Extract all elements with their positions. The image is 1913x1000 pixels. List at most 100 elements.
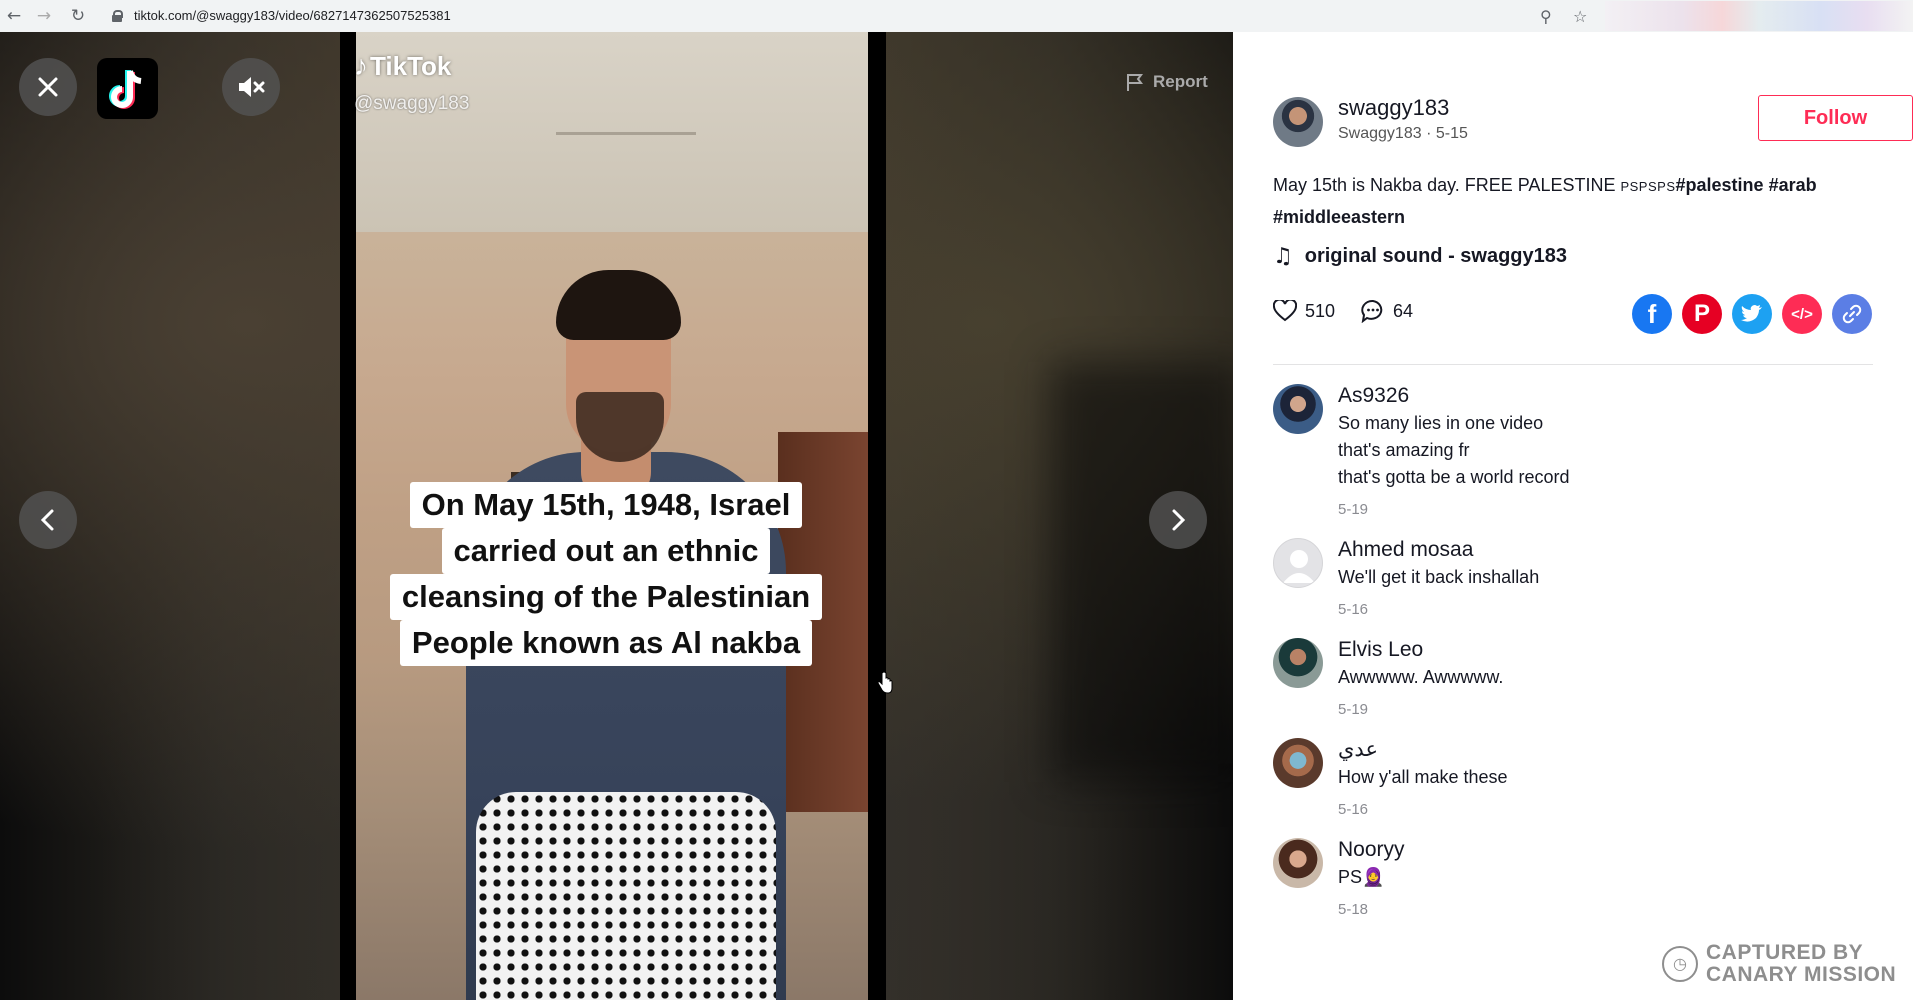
description-text: May 15th is Nakba day. FREE PALESTINE <box>1273 175 1621 195</box>
comment-icon <box>1361 299 1383 323</box>
link-icon <box>1842 304 1862 324</box>
lock-icon <box>112 9 123 22</box>
facebook-icon: f <box>1647 298 1657 329</box>
heart-icon <box>1273 300 1297 322</box>
comment-date: 5-18 <box>1338 901 1369 918</box>
avatar[interactable] <box>1273 638 1323 688</box>
comment-date: 5-16 <box>1338 801 1369 818</box>
tiktok-watermark: ♪ TikTok <box>354 50 451 82</box>
chevron-right-icon <box>1172 509 1186 531</box>
pinterest-share-button[interactable]: P <box>1682 294 1722 334</box>
music-note-icon: ♫ <box>1273 244 1293 269</box>
engagement-stats: 510 64 <box>1273 299 1439 323</box>
twitter-icon <box>1741 305 1762 322</box>
address-bar[interactable]: tiktok.com/@swaggy183/video/682714736250… <box>102 3 1602 28</box>
hand-cursor-icon <box>877 671 893 699</box>
hashtag-link[interactable]: #palestine <box>1676 175 1764 195</box>
forward-icon[interactable]: → <box>30 2 58 30</box>
hashtag-link[interactable]: #middleeastern <box>1273 207 1405 227</box>
caption-line: On May 15th, 1948, Israel <box>409 482 803 528</box>
zoom-icon[interactable]: ⚲ <box>1540 4 1552 28</box>
reload-icon[interactable]: ↻ <box>64 2 92 30</box>
tiktok-logo[interactable] <box>97 58 158 119</box>
mute-button[interactable] <box>222 58 280 116</box>
watermark-line: CANARY MISSION <box>1706 963 1897 986</box>
list-item: As9326 So many lies in one video that's … <box>1273 382 1873 518</box>
watermark-line: CAPTURED BY <box>1706 941 1864 964</box>
default-avatar-icon <box>1283 550 1315 583</box>
comment-date: 5-19 <box>1338 701 1369 718</box>
caption-line: carried out an ethnic <box>441 528 771 574</box>
embed-code-icon: </> <box>1791 305 1813 323</box>
canary-logo-icon: ◷ <box>1662 946 1698 982</box>
speaker-muted-icon <box>239 77 265 97</box>
tiktok-logo-icon <box>108 69 142 109</box>
description-small-text: PSPSPS <box>1620 179 1676 194</box>
scene-person-hair <box>556 270 681 340</box>
comment-text: We'll get it back inshallah <box>1338 567 1540 587</box>
divider <box>1273 364 1873 365</box>
post-description: May 15th is Nakba day. FREE PALESTINE PS… <box>1273 170 1883 232</box>
next-video-button[interactable] <box>1149 491 1207 549</box>
facebook-share-button[interactable]: f <box>1632 294 1672 334</box>
list-item: عدي How y'all make these 5-16 <box>1273 736 1873 818</box>
comment-text: that's amazing fr <box>1338 440 1470 460</box>
comment-text: PS🧕 <box>1338 867 1385 887</box>
embed-share-button[interactable]: </> <box>1782 294 1822 334</box>
sound-link[interactable]: ♫ original sound - swaggy183 <box>1273 244 1567 269</box>
close-icon <box>38 77 58 97</box>
close-button[interactable] <box>19 58 77 116</box>
comments-list: As9326 So many lies in one video that's … <box>1273 382 1873 936</box>
browser-toolbar: ← → ↻ tiktok.com/@swaggy183/video/682714… <box>0 0 1913 32</box>
avatar[interactable] <box>1273 538 1323 588</box>
author-username[interactable]: swaggy183 <box>1338 95 1449 121</box>
follow-button[interactable]: Follow <box>1758 95 1913 141</box>
comment-date: 5-19 <box>1338 501 1369 518</box>
pinterest-icon: P <box>1693 300 1710 327</box>
bookmark-star-icon[interactable]: ☆ <box>1573 4 1587 28</box>
comment-author[interactable]: Nooryy <box>1338 836 1873 864</box>
report-label: Report <box>1153 72 1208 91</box>
canary-mission-watermark: ◷ CAPTURED BY CANARY MISSION <box>1662 942 1896 986</box>
comment-button[interactable]: 64 <box>1361 299 1413 323</box>
comment-text: How y'all make these <box>1338 767 1508 787</box>
video-player[interactable]: On May 15th, 1948, Israel carried out an… <box>0 32 1233 1000</box>
scene-keffiyeh <box>476 792 776 1000</box>
comment-author[interactable]: Elvis Leo <box>1338 636 1873 664</box>
extensions-area <box>1605 1 1913 31</box>
video-caption: On May 15th, 1948, Israel carried out an… <box>356 482 856 666</box>
comment-author[interactable]: As9326 <box>1338 382 1873 410</box>
like-button[interactable]: 510 <box>1273 300 1335 322</box>
url-text: tiktok.com/@swaggy183/video/682714736250… <box>134 8 451 23</box>
report-button[interactable]: Report <box>1125 72 1208 92</box>
back-icon[interactable]: ← <box>0 2 28 30</box>
chevron-left-icon <box>40 509 54 531</box>
twitter-share-button[interactable] <box>1732 294 1772 334</box>
comment-author[interactable]: عدي <box>1338 736 1873 764</box>
avatar[interactable] <box>1273 384 1323 434</box>
hashtag-link[interactable]: #arab <box>1769 175 1817 195</box>
copy-link-button[interactable] <box>1832 294 1872 334</box>
background-shade <box>1050 362 1233 782</box>
comment-date: 5-16 <box>1338 601 1369 618</box>
comment-text: that's gotta be a world record <box>1338 467 1570 487</box>
tiktok-note-icon: ♪ <box>354 50 368 81</box>
flag-icon <box>1127 74 1143 91</box>
comment-author[interactable]: Ahmed mosaa <box>1338 536 1873 564</box>
comment-count: 64 <box>1393 300 1414 321</box>
avatar[interactable] <box>1273 97 1323 147</box>
caption-line: cleansing of the Palestinian <box>389 574 823 620</box>
author-meta: Swaggy183 · 5-15 <box>1338 125 1468 142</box>
share-buttons: f P </> <box>1632 294 1882 334</box>
watermark-handle: @swaggy183 <box>354 93 470 114</box>
details-panel: swaggy183 Swaggy183 · 5-15 Follow May 15… <box>1233 32 1913 1000</box>
avatar[interactable] <box>1273 838 1323 888</box>
author-row: swaggy183 Swaggy183 · 5-15 Follow <box>1273 95 1913 157</box>
list-item: Nooryy PS🧕 5-18 <box>1273 836 1873 918</box>
avatar[interactable] <box>1273 738 1323 788</box>
comment-text: Awwwww. Awwwww. <box>1338 667 1504 687</box>
like-count: 510 <box>1305 300 1336 321</box>
watermark-brand: TikTok <box>370 50 452 81</box>
previous-video-button[interactable] <box>19 491 77 549</box>
list-item: Elvis Leo Awwwww. Awwwww. 5-19 <box>1273 636 1873 718</box>
